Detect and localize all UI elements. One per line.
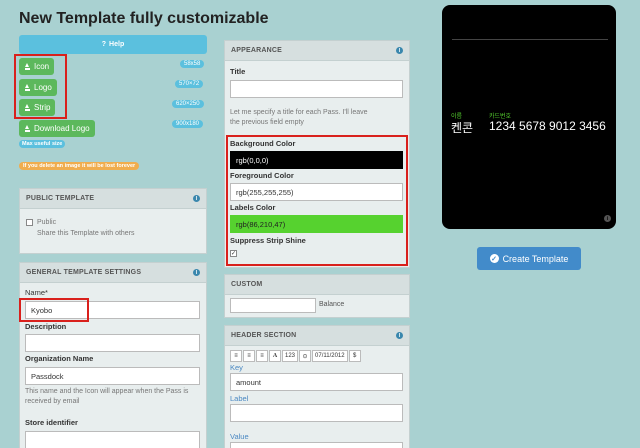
create-template-label: Create Template [502, 253, 569, 264]
label-label: Label [230, 394, 249, 403]
custom-field[interactable] [230, 298, 316, 313]
preview-divider [452, 39, 608, 40]
align-left-icon[interactable]: ≡ [230, 350, 242, 362]
info-icon[interactable]: i [193, 195, 200, 202]
store-identifier-field[interactable] [25, 431, 200, 448]
labels-color-label: Labels Color [230, 203, 276, 212]
value-field[interactable] [230, 442, 403, 448]
help-button[interactable]: ? Help [19, 35, 207, 54]
org-name-help: This name and the Icon will appear when … [25, 388, 189, 405]
max-size-badge: Max useful size [19, 140, 66, 148]
custom-header: CUSTOM [231, 281, 263, 288]
general-settings-header: GENERAL TEMPLATE SETTINGS [26, 269, 142, 276]
pass-preview: 이름 켄콘 카드번호 1234 5678 9012 3456 i [442, 5, 616, 229]
icon-upload-button[interactable]: Icon [19, 58, 55, 75]
appearance-header: APPEARANCE [231, 47, 283, 54]
foreground-color-label: Foreground Color [230, 171, 294, 180]
number-type-button[interactable]: 123 [282, 350, 299, 362]
public-template-panel: PUBLIC TEMPLATE i Public Share this Temp… [19, 188, 207, 254]
public-label: Public [37, 219, 57, 226]
org-name-label: Organization Name [25, 354, 94, 363]
description-field[interactable] [25, 334, 200, 352]
info-icon[interactable]: i [396, 47, 403, 54]
public-template-header: PUBLIC TEMPLATE [26, 195, 95, 202]
preview-field2-value: 1234 5678 9012 3456 [489, 119, 606, 133]
public-checkbox[interactable] [26, 219, 33, 226]
icon-size-badge: 58x58 [180, 60, 205, 68]
text-type-icon[interactable]: A [269, 350, 281, 362]
background-color-field[interactable]: rgb(0,0,0) [230, 151, 403, 169]
download-logo-label: Download Logo [34, 124, 90, 133]
title-field[interactable] [230, 80, 403, 98]
check-circle-icon: ✓ [489, 254, 499, 263]
public-description: Share this Template with others [37, 230, 135, 237]
strip-upload-button[interactable]: Strip [19, 99, 56, 116]
align-center-icon[interactable]: ≡ [243, 350, 255, 362]
value-label: Value [230, 432, 249, 441]
logo-upload-label: Logo [34, 83, 52, 92]
icon-upload-label: Icon [34, 62, 50, 71]
panel-header: HEADER SECTION i [225, 326, 409, 346]
foreground-color-field[interactable]: rgb(255,255,255) [230, 183, 403, 201]
preview-info-icon[interactable]: i [604, 215, 611, 222]
align-right-icon[interactable]: ≡ [256, 350, 268, 362]
key-field[interactable]: amount [230, 373, 403, 391]
title-label: Title [230, 67, 246, 76]
create-template-button[interactable]: ✓ Create Template [477, 247, 581, 270]
description-label: Description [25, 322, 67, 331]
suppress-shine-checkbox[interactable]: ✓ [230, 250, 237, 257]
store-identifier-label: Store identifier [25, 418, 78, 427]
key-label: Key [230, 363, 243, 372]
date-type-button[interactable]: 07/11/2012 [312, 350, 348, 362]
preview-field1-value: 켄콘 [451, 121, 474, 135]
label-field[interactable] [230, 404, 403, 422]
name-label: Name* [25, 288, 48, 297]
info-icon[interactable]: i [396, 332, 403, 339]
currency-type-button[interactable]: $ [348, 350, 361, 362]
field-toolbar: ≡ ≡ ≡ A 123 ⊙ 07/11/2012 $ [230, 350, 361, 362]
upload-icon [24, 125, 31, 132]
name-field-highlight [19, 298, 89, 322]
panel-header: CUSTOM [225, 275, 409, 295]
background-color-label: Background Color [230, 139, 296, 148]
question-icon: ? [101, 41, 107, 48]
download-size-badge: 900x180 [172, 120, 204, 128]
delete-warning-badge: If you delete an image it will be lost f… [19, 162, 140, 170]
panel-header: GENERAL TEMPLATE SETTINGS i [20, 263, 206, 283]
balance-label: Balance [319, 301, 345, 308]
page-title: New Template fully customizable [19, 10, 269, 27]
strip-upload-label: Strip [34, 103, 51, 112]
suppress-shine-label: Suppress Strip Shine [230, 236, 306, 245]
strip-size-badge: 620×250 [172, 100, 204, 108]
panel-header: APPEARANCE i [225, 41, 409, 61]
header-section-header: HEADER SECTION [231, 332, 297, 339]
upload-icon [24, 63, 31, 70]
help-label: Help [109, 41, 125, 48]
upload-icon [24, 104, 31, 111]
logo-upload-button[interactable]: Logo [19, 79, 57, 96]
upload-icon [24, 84, 31, 91]
download-logo-button[interactable]: Download Logo [19, 120, 95, 137]
clock-icon[interactable]: ⊙ [299, 350, 312, 362]
panel-header: PUBLIC TEMPLATE i [20, 189, 206, 209]
org-name-field[interactable]: Passdock [25, 367, 200, 385]
info-icon[interactable]: i [193, 269, 200, 276]
title-help: Let me specify a title for each Pass. I'… [230, 109, 368, 126]
labels-color-field[interactable]: rgb(86,210,47) [230, 215, 403, 233]
logo-size-badge: 570×72 [175, 80, 204, 88]
